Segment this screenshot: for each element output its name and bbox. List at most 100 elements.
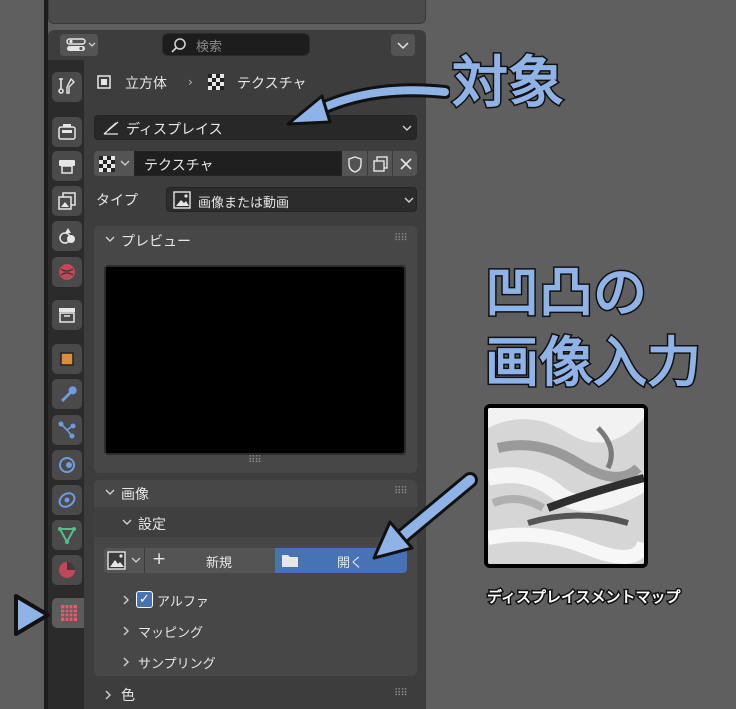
shield-icon xyxy=(348,156,362,173)
checker-texture-icon xyxy=(208,74,224,90)
checker-texture-icon xyxy=(99,156,115,172)
wrench-icon xyxy=(61,386,77,402)
close-icon xyxy=(400,158,412,170)
texture-type-value: 画像または動画 xyxy=(198,196,290,211)
view-layer-icon xyxy=(58,192,76,210)
mapping-subpanel-title: マッピング xyxy=(138,626,204,641)
breadcrumb-object: 立方体 xyxy=(125,76,167,92)
browse-image-button[interactable] xyxy=(104,548,144,573)
search-input[interactable] xyxy=(162,33,310,56)
plus-icon: + xyxy=(152,549,167,569)
tab-render[interactable] xyxy=(52,117,82,147)
color-panel-title: 色 xyxy=(121,688,135,704)
sampling-subpanel-title: サンプリング xyxy=(138,657,216,672)
open-image-label: 開く xyxy=(337,556,364,571)
displacement-map-thumbnail xyxy=(484,404,648,568)
tab-constraints[interactable] xyxy=(52,485,82,515)
texture-name-value: テクスチャ xyxy=(144,158,214,174)
preview-resize-handle[interactable]: ⠿⠿ xyxy=(248,455,262,466)
tab-texture[interactable] xyxy=(52,598,86,628)
object-mode-icon xyxy=(97,75,111,89)
object-icon xyxy=(60,352,74,366)
tab-object[interactable] xyxy=(52,344,82,374)
tab-world[interactable] xyxy=(52,257,82,287)
new-image-button[interactable]: + 新規 xyxy=(144,548,275,573)
image-icon xyxy=(107,551,126,570)
unlink-texture-button[interactable] xyxy=(392,151,417,176)
particles-icon xyxy=(58,421,76,439)
chevron-down-icon xyxy=(105,236,115,242)
displacement-map-caption: ディスプレイスメントマップ xyxy=(486,587,683,608)
type-label: タイプ xyxy=(96,193,138,209)
chevron-down-icon xyxy=(397,42,409,50)
tab-tool[interactable] xyxy=(52,72,82,102)
drag-handle-icon[interactable]: ⠿⠿ xyxy=(394,688,408,699)
new-image-label: 新規 xyxy=(206,556,233,571)
search-placeholder: 検索 xyxy=(196,40,223,55)
tool-icon xyxy=(58,77,75,94)
chevron-down-icon xyxy=(131,557,141,563)
world-icon xyxy=(59,264,75,280)
alpha-subpanel-header[interactable]: ✓ アルファ xyxy=(94,587,417,613)
texture-icon xyxy=(61,605,77,621)
duplicate-icon xyxy=(373,156,388,172)
texture-preview xyxy=(104,265,406,455)
alpha-subpanel-title: アルファ xyxy=(157,595,209,610)
sampling-subpanel-header[interactable]: サンプリング xyxy=(94,649,417,675)
scene-icon xyxy=(59,228,75,244)
chevron-down-icon xyxy=(122,519,132,525)
drag-handle-icon[interactable]: ⠿⠿ xyxy=(394,233,408,244)
annotation-bump-line1: 凹凸の xyxy=(484,260,649,325)
tab-physics[interactable] xyxy=(52,450,82,480)
texture-name-field[interactable]: テクスチャ xyxy=(134,151,342,176)
fake-user-button[interactable] xyxy=(342,151,367,176)
tab-modifiers[interactable] xyxy=(52,379,82,409)
chevron-right-icon xyxy=(123,657,129,667)
output-printer-icon xyxy=(59,160,75,174)
chevron-down-icon xyxy=(120,160,130,166)
image-icon xyxy=(173,191,191,209)
settings-subpanel-title: 設定 xyxy=(138,517,166,533)
tab-material[interactable] xyxy=(52,555,82,585)
tab-output[interactable] xyxy=(52,151,82,181)
image-panel-title: 画像 xyxy=(121,487,149,503)
active-tab-pointer-icon xyxy=(14,594,50,636)
annotation-arrow-to-open xyxy=(372,472,478,560)
chevron-right-icon xyxy=(123,595,129,605)
search-icon xyxy=(171,38,186,53)
annotation-bump-line2: 画像入力 xyxy=(484,330,703,395)
collection-icon xyxy=(59,308,75,323)
texture-type-dropdown[interactable]: 画像または動画 xyxy=(166,187,417,212)
physics-icon xyxy=(59,457,75,473)
properties-editor-icon xyxy=(66,38,96,51)
header-options-button[interactable] xyxy=(391,34,415,56)
alpha-checkbox[interactable]: ✓ xyxy=(136,591,153,608)
mapping-subpanel-header[interactable]: マッピング xyxy=(94,618,417,644)
annotation-target-label: 対象 xyxy=(451,50,566,117)
cloud-texture-image xyxy=(488,408,644,564)
browse-texture-button[interactable] xyxy=(94,151,134,176)
folder-icon xyxy=(282,555,298,567)
preview-panel-header[interactable]: プレビュー ⠿⠿ xyxy=(94,226,417,254)
constraints-icon xyxy=(58,492,76,508)
editor-type-button[interactable] xyxy=(60,34,98,56)
mesh-data-icon xyxy=(58,527,76,545)
tab-object-data[interactable] xyxy=(52,520,82,550)
texture-user-value: ディスプレイス xyxy=(126,122,223,138)
chevron-right-icon xyxy=(105,690,111,700)
color-panel-header[interactable]: 色 ⠿⠿ xyxy=(94,682,417,708)
breadcrumb-separator-icon: › xyxy=(188,75,193,89)
tab-scene[interactable] xyxy=(52,221,82,251)
preview-panel-title: プレビュー xyxy=(121,234,191,250)
render-camera-icon xyxy=(58,124,76,140)
duplicate-texture-button[interactable] xyxy=(367,151,392,176)
chevron-down-icon xyxy=(105,489,115,495)
modifier-displace-icon xyxy=(103,121,119,135)
tab-collection[interactable] xyxy=(52,300,82,330)
tab-view-layer[interactable] xyxy=(52,186,82,216)
chevron-right-icon xyxy=(123,626,129,636)
tab-particles[interactable] xyxy=(52,415,82,445)
annotation-arrow-to-target xyxy=(286,83,450,126)
material-icon xyxy=(59,562,75,578)
chevron-down-icon xyxy=(404,197,414,203)
